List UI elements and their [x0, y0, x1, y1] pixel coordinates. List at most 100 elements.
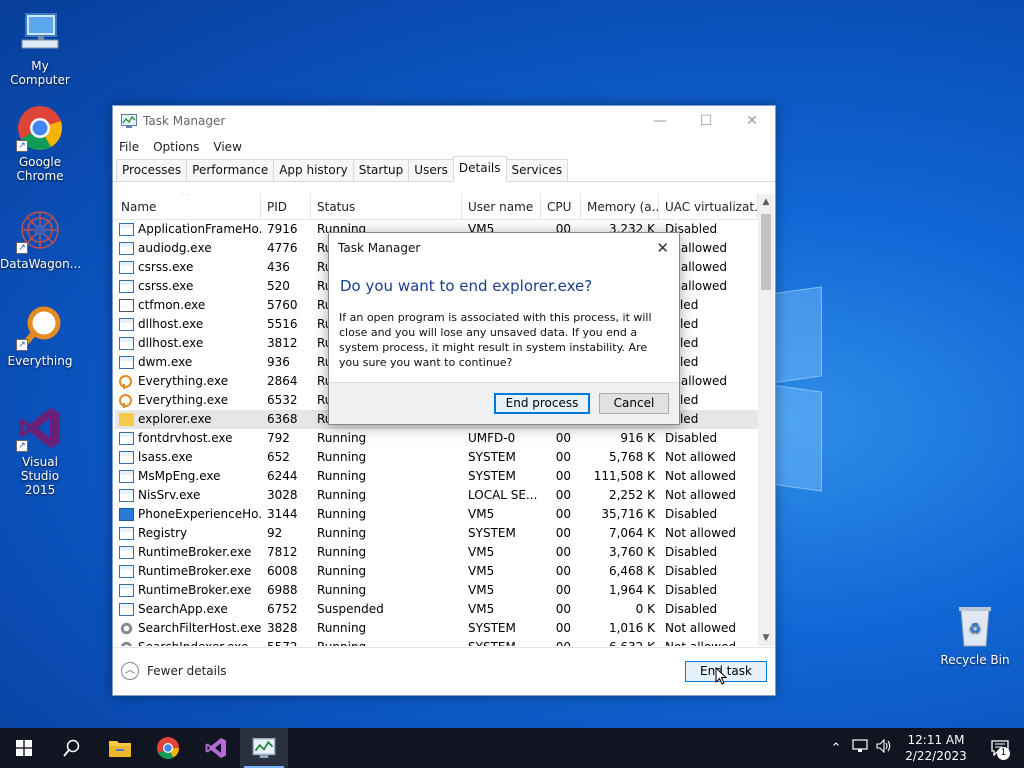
action-center-button[interactable]: 1 — [976, 728, 1024, 768]
search-button[interactable] — [48, 728, 96, 768]
computer-icon — [16, 8, 64, 56]
end-process-dialog[interactable]: Task Manager ✕ Do you want to end explor… — [328, 232, 680, 425]
desktop-icon-datawagon[interactable]: ↗ DataWagon... — [0, 206, 81, 271]
process-name: lsass.exe — [138, 450, 193, 464]
clock[interactable]: 12:11 AM 2/22/2023 — [896, 732, 976, 764]
table-row[interactable]: SearchApp.exe 6752 Suspended VM5 00 0 K Disabl… — [115, 600, 773, 619]
cell-name: PhoneExperienceHo... — [115, 505, 261, 524]
desktop-icon-my-computer[interactable]: My Computer — [0, 8, 80, 87]
cell-name: SearchApp.exe — [115, 600, 261, 619]
vertical-scrollbar[interactable]: ▲ ▼ — [758, 194, 774, 646]
cell-name: lsass.exe — [115, 448, 261, 467]
application-icon — [119, 223, 134, 236]
table-row[interactable]: PhoneExperienceHo... 3144 Running VM5 00 35,7… — [115, 505, 773, 524]
cell-name: fontdrvhost.exe — [115, 429, 261, 448]
application-icon — [119, 318, 134, 331]
chevron-up-icon: ︿ — [121, 662, 139, 680]
tab-processes[interactable]: Processes — [116, 159, 188, 181]
tab-app-history[interactable]: App history — [273, 159, 354, 181]
column-memory[interactable]: Memory (a... — [581, 194, 659, 219]
table-row[interactable]: NisSrv.exe 3028 Running LOCAL SE... 00 2,252 … — [115, 486, 773, 505]
application-icon — [119, 280, 134, 293]
table-row[interactable]: lsass.exe 652 Running SYSTEM 00 5,768 K Not al… — [115, 448, 773, 467]
scroll-down-icon[interactable]: ▼ — [758, 630, 774, 646]
cell-status: Running — [317, 526, 367, 540]
cell-uac: Not allowed — [665, 488, 737, 502]
cell-pid: 652 — [267, 450, 290, 464]
desktop-icon-label: Everything — [7, 354, 73, 368]
table-row[interactable]: SearchIndexer.exe 5572RunningSYSTEM006,63… — [115, 638, 773, 646]
cancel-button[interactable]: Cancel — [599, 393, 669, 414]
minimize-button[interactable]: — — [637, 106, 683, 136]
menu-view[interactable]: View — [213, 140, 241, 154]
tab-users[interactable]: Users — [408, 159, 454, 181]
table-row[interactable]: RuntimeBroker.exe 6988 Running VM5 00 1,964 K… — [115, 581, 773, 600]
sort-ascending-icon: ^ — [181, 194, 190, 202]
notification-count-badge: 1 — [997, 747, 1010, 760]
scroll-up-icon[interactable]: ▲ — [758, 194, 774, 210]
column-pid[interactable]: PID — [261, 194, 311, 219]
desktop-icon-google-chrome[interactable]: ↗ Google Chrome — [0, 104, 80, 183]
shortcut-arrow-icon: ↗ — [16, 339, 28, 351]
tab-startup[interactable]: Startup — [352, 159, 410, 181]
chrome-icon: ↗ — [16, 104, 64, 152]
scrollbar-thumb[interactable] — [761, 214, 771, 290]
taskbar-task-manager[interactable] — [240, 728, 288, 768]
dialog-title-bar: Task Manager ✕ — [329, 233, 679, 263]
cell-cpu: 00 — [541, 638, 581, 646]
dialog-close-icon[interactable]: ✕ — [656, 233, 669, 263]
tab-details[interactable]: Details — [452, 156, 507, 182]
process-name: RuntimeBroker.exe — [138, 564, 252, 578]
chevron-up-icon[interactable]: ⌃ — [824, 741, 848, 756]
column-cpu[interactable]: CPU — [541, 194, 581, 219]
column-user-name[interactable]: User name — [462, 194, 541, 219]
taskbar-chrome[interactable] — [144, 728, 192, 768]
desktop-icon-visual-studio[interactable]: ↗ Visual Studio 2015 — [0, 404, 80, 497]
tab-performance[interactable]: Performance — [186, 159, 275, 181]
end-process-button[interactable]: End process — [494, 393, 590, 414]
cell-memory: 6,632 K — [581, 638, 659, 646]
close-button[interactable]: ✕ — [729, 106, 775, 136]
tab-services[interactable]: Services — [505, 159, 569, 181]
taskbar-file-explorer[interactable] — [96, 728, 144, 768]
pen-icon — [119, 299, 134, 312]
cell-memory: 916 K — [620, 431, 655, 445]
volume-icon[interactable] — [872, 738, 896, 757]
cell-cpu: 00 — [555, 621, 571, 635]
cell-pid: 792 — [267, 431, 290, 445]
network-icon[interactable] — [848, 739, 872, 757]
application-icon — [119, 489, 134, 502]
cell-pid: 2864 — [267, 374, 298, 388]
fewer-details-toggle[interactable]: ︿ Fewer details — [121, 662, 227, 680]
cell-status: Running — [317, 431, 367, 445]
cell-user-name: UMFD-0 — [468, 431, 516, 445]
desktop-icon-everything[interactable]: ↗ Everything — [0, 303, 80, 368]
everything-icon: ↗ — [16, 303, 64, 351]
column-uac-virtualization[interactable]: UAC virtualizat... — [659, 194, 758, 219]
desktop-icon-recycle-bin[interactable]: ♻ Recycle Bin — [935, 602, 1015, 667]
cell-pid: 6368 — [267, 412, 298, 426]
shortcut-arrow-icon: ↗ — [16, 242, 28, 254]
process-name: RuntimeBroker.exe — [138, 545, 252, 559]
menu-file[interactable]: File — [119, 140, 139, 154]
task-manager-icon — [121, 114, 137, 128]
title-bar[interactable]: Task Manager — ☐ ✕ — [113, 106, 775, 136]
column-status[interactable]: Status — [311, 194, 462, 219]
svg-text:♻: ♻ — [969, 621, 982, 637]
system-tray: ⌃ 12:11 AM 2/22/2023 1 — [824, 728, 1024, 768]
table-row[interactable]: MsMpEng.exe 6244 Running SYSTEM 00 111,508 K N… — [115, 467, 773, 486]
cell-status: Running — [317, 564, 367, 578]
table-row[interactable]: Registry 92 Running SYSTEM 00 7,064 K Not allo… — [115, 524, 773, 543]
gear-icon — [119, 622, 134, 635]
start-button[interactable] — [0, 728, 48, 768]
cell-name: ctfmon.exe — [115, 296, 261, 315]
table-row[interactable]: RuntimeBroker.exe 7812 Running VM5 00 3,760 K… — [115, 543, 773, 562]
table-row[interactable]: RuntimeBroker.exe 6008 Running VM5 00 6,468 K… — [115, 562, 773, 581]
taskbar-visual-studio[interactable] — [192, 728, 240, 768]
menu-options[interactable]: Options — [153, 140, 199, 154]
table-row[interactable]: SearchFilterHost.exe 3828 Running SYSTEM 00 1… — [115, 619, 773, 638]
process-name: SearchIndexer.exe — [138, 638, 248, 646]
cell-name: Registry — [115, 524, 261, 543]
table-row[interactable]: fontdrvhost.exe 792 Running UMFD-0 00 916 K Di… — [115, 429, 773, 448]
maximize-button[interactable]: ☐ — [683, 106, 729, 136]
